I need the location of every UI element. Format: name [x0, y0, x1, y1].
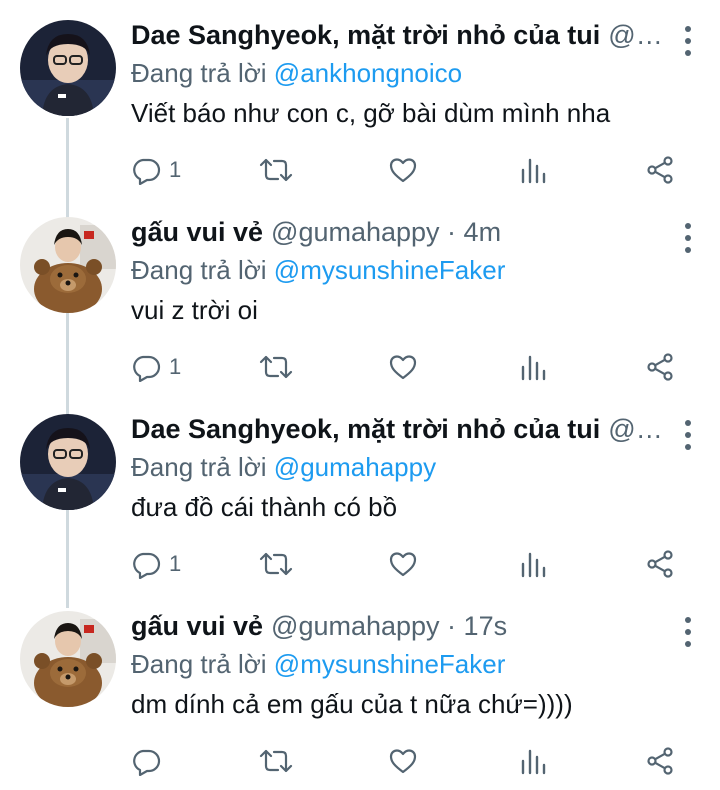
reply-thread: Dae Sanghyeok, mặt trời nhỏ của tui @… Đ…	[0, 0, 720, 788]
tweet-text: Viết báo như con c, gỡ bài dùm mình nha	[131, 98, 611, 128]
heart-icon	[389, 158, 417, 183]
reply-button[interactable]: 1	[131, 150, 181, 190]
reply-button[interactable]: 1	[131, 544, 181, 584]
heart-icon	[389, 749, 417, 774]
author-name[interactable]: Dae Sanghyeok, mặt trời nhỏ của tui	[131, 414, 600, 445]
replying-handle-link[interactable]: @ankhongnoico	[274, 58, 462, 88]
share-button[interactable]	[645, 150, 675, 190]
retweet-button[interactable]	[259, 150, 293, 190]
analytics-icon	[521, 552, 546, 578]
like-button[interactable]	[388, 347, 418, 387]
analytics-button[interactable]	[518, 150, 548, 190]
heart-icon	[389, 552, 417, 577]
tweet-actions	[131, 741, 691, 781]
reply-button[interactable]	[131, 741, 169, 781]
share-icon	[647, 156, 673, 184]
more-options-icon[interactable]	[678, 223, 698, 253]
more-options-icon[interactable]	[678, 420, 698, 450]
tweet[interactable]: gấu vui vẻ @gumahappy · 17s Đang trả lời…	[0, 591, 720, 788]
reply-count: 1	[169, 354, 182, 379]
replying-to: Đang trả lời @gumahappy	[131, 452, 672, 486]
replying-handle-link[interactable]: @gumahappy	[274, 452, 436, 482]
reply-icon	[133, 158, 161, 185]
like-button[interactable]	[388, 741, 418, 781]
reply-count: 1	[169, 551, 182, 576]
author-name[interactable]: gấu vui vẻ	[131, 611, 263, 642]
tweet-actions: 1	[131, 150, 691, 190]
analytics-icon	[521, 749, 546, 775]
tweet-actions: 1	[131, 544, 691, 584]
author-handle[interactable]: @…	[608, 414, 662, 445]
reply-count: 1	[169, 157, 182, 182]
analytics-icon	[521, 355, 546, 381]
more-options-icon[interactable]	[678, 26, 698, 56]
share-icon	[647, 747, 673, 775]
more-options-icon[interactable]	[678, 617, 698, 647]
author-handle[interactable]: @…	[608, 20, 662, 51]
avatar[interactable]	[20, 414, 116, 510]
replying-handle-link[interactable]: @mysunshineFaker	[274, 255, 506, 285]
tweet-actions: 1	[131, 347, 691, 387]
replying-label: Đang trả lời	[131, 255, 267, 285]
reply-icon	[133, 552, 161, 579]
tweet[interactable]: gấu vui vẻ @gumahappy · 4m Đang trả lời …	[0, 197, 720, 394]
replying-handle-link[interactable]: @mysunshineFaker	[274, 649, 506, 679]
retweet-icon	[259, 355, 293, 379]
author-name[interactable]: gấu vui vẻ	[131, 217, 263, 248]
avatar[interactable]	[20, 217, 116, 313]
tweet-text: dm dính cả em gấu của t nữa chứ=))))	[131, 689, 573, 719]
replying-to: Đang trả lời @mysunshineFaker	[131, 255, 672, 289]
replying-to: Đang trả lời @mysunshineFaker	[131, 649, 672, 683]
replying-label: Đang trả lời	[131, 452, 267, 482]
author-handle[interactable]: @gumahappy · 4m	[271, 217, 501, 248]
tweet[interactable]: Dae Sanghyeok, mặt trời nhỏ của tui @… Đ…	[0, 394, 720, 591]
analytics-button[interactable]	[518, 347, 548, 387]
share-button[interactable]	[645, 347, 675, 387]
replying-label: Đang trả lời	[131, 649, 267, 679]
retweet-icon	[259, 749, 293, 773]
tweet[interactable]: Dae Sanghyeok, mặt trời nhỏ của tui @… Đ…	[0, 0, 720, 197]
share-icon	[647, 550, 673, 578]
share-button[interactable]	[645, 741, 675, 781]
tweet-text: vui z trời oi	[131, 295, 258, 325]
avatar[interactable]	[20, 20, 116, 116]
tweet-header: gấu vui vẻ @gumahappy · 17s	[131, 611, 672, 647]
retweet-button[interactable]	[259, 347, 293, 387]
share-icon	[647, 353, 673, 381]
like-button[interactable]	[388, 150, 418, 190]
heart-icon	[389, 355, 417, 380]
replying-label: Đang trả lời	[131, 58, 267, 88]
analytics-button[interactable]	[518, 544, 548, 584]
like-button[interactable]	[388, 544, 418, 584]
reply-icon	[133, 749, 161, 776]
retweet-icon	[259, 552, 293, 576]
reply-button[interactable]: 1	[131, 347, 181, 387]
author-name[interactable]: Dae Sanghyeok, mặt trời nhỏ của tui	[131, 20, 600, 51]
tweet-header: Dae Sanghyeok, mặt trời nhỏ của tui @…	[131, 20, 672, 56]
reply-icon	[133, 355, 161, 382]
tweet-header: Dae Sanghyeok, mặt trời nhỏ của tui @…	[131, 414, 672, 450]
analytics-button[interactable]	[518, 741, 548, 781]
analytics-icon	[521, 158, 546, 184]
retweet-icon	[259, 158, 293, 182]
replying-to: Đang trả lời @ankhongnoico	[131, 58, 672, 92]
author-handle[interactable]: @gumahappy · 17s	[271, 611, 507, 642]
retweet-button[interactable]	[259, 741, 293, 781]
share-button[interactable]	[645, 544, 675, 584]
avatar[interactable]	[20, 611, 116, 707]
tweet-header: gấu vui vẻ @gumahappy · 4m	[131, 217, 672, 253]
tweet-text: đưa đồ cái thành có bồ	[131, 492, 398, 522]
retweet-button[interactable]	[259, 544, 293, 584]
